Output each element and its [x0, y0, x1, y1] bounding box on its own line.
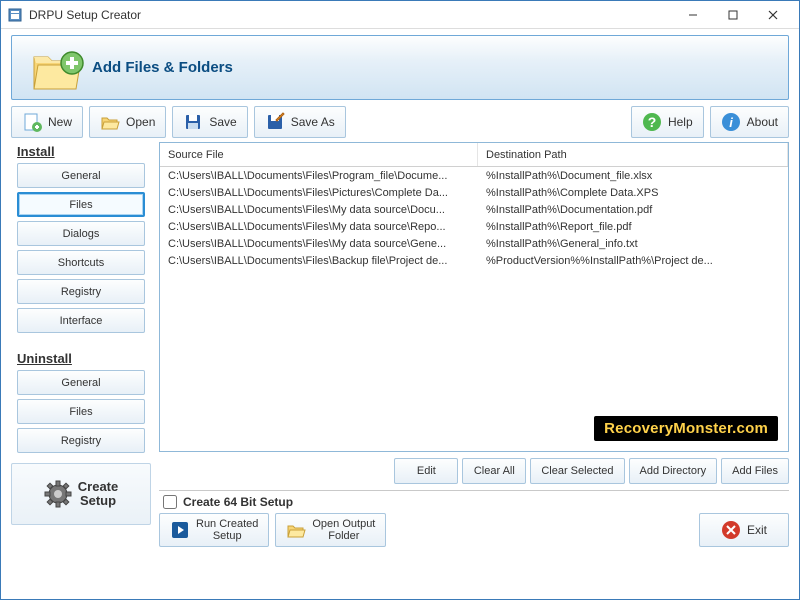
help-icon: ?	[642, 112, 662, 132]
minimize-button[interactable]	[673, 1, 713, 29]
content: Source File Destination Path C:\Users\IB…	[159, 142, 789, 547]
sidebar-install-general[interactable]: General	[17, 163, 145, 188]
new-button[interactable]: New	[11, 106, 83, 138]
64bit-checkbox-input[interactable]	[163, 495, 177, 509]
cell-destination: %InstallPath%\Report_file.pdf	[478, 221, 788, 233]
run-label: Run Created Setup	[196, 518, 258, 542]
play-icon	[170, 520, 190, 540]
open-button[interactable]: Open	[89, 106, 166, 138]
cell-source: C:\Users\IBALL\Documents\Files\Program_f…	[160, 170, 478, 182]
run-created-setup-button[interactable]: Run Created Setup	[159, 513, 269, 547]
sidebar-uninstall-registry[interactable]: Registry	[17, 428, 145, 453]
add-files-button[interactable]: Add Files	[721, 458, 789, 484]
about-label: About	[747, 115, 778, 129]
uninstall-group-title: Uninstall	[17, 351, 151, 366]
sidebar-uninstall-general[interactable]: General	[17, 370, 145, 395]
watermark: RecoveryMonster.com	[594, 416, 778, 441]
window-title: DRPU Setup Creator	[29, 8, 673, 22]
64bit-checkbox[interactable]: Create 64 Bit Setup	[163, 495, 293, 509]
clear-selected-button[interactable]: Clear Selected	[530, 458, 624, 484]
sidebar-install-dialogs[interactable]: Dialogs	[17, 221, 145, 246]
files-table[interactable]: Source File Destination Path C:\Users\IB…	[159, 142, 789, 452]
sidebar-install-registry[interactable]: Registry	[17, 279, 145, 304]
close-icon	[721, 520, 741, 540]
table-row[interactable]: C:\Users\IBALL\Documents\Files\Program_f…	[160, 167, 788, 184]
saveas-button[interactable]: Save As	[254, 106, 346, 138]
new-icon	[22, 112, 42, 132]
sidebar-install-interface[interactable]: Interface	[17, 308, 145, 333]
col-destination[interactable]: Destination Path	[478, 143, 788, 166]
titlebar: DRPU Setup Creator	[1, 1, 799, 29]
app-icon	[7, 7, 23, 23]
install-group-title: Install	[17, 144, 151, 159]
cell-destination: %InstallPath%\Complete Data.XPS	[478, 187, 788, 199]
cell-source: C:\Users\IBALL\Documents\Files\Pictures\…	[160, 187, 478, 199]
cell-destination: %InstallPath%\General_info.txt	[478, 238, 788, 250]
edit-button[interactable]: Edit	[394, 458, 458, 484]
clear-all-button[interactable]: Clear All	[462, 458, 526, 484]
create-setup-label: Create Setup	[78, 480, 118, 509]
cell-source: C:\Users\IBALL\Documents\Files\My data s…	[160, 221, 478, 233]
64bit-checkbox-label: Create 64 Bit Setup	[183, 495, 293, 509]
col-source[interactable]: Source File	[160, 143, 478, 166]
exit-button[interactable]: Exit	[699, 513, 789, 547]
table-row[interactable]: C:\Users\IBALL\Documents\Files\My data s…	[160, 218, 788, 235]
about-button[interactable]: i About	[710, 106, 789, 138]
open-output-label: Open Output Folder	[312, 518, 375, 542]
new-label: New	[48, 115, 72, 129]
main-area: Install General Files Dialogs Shortcuts Regi…	[1, 142, 799, 553]
about-icon: i	[721, 112, 741, 132]
bottom-options: Create 64 Bit Setup	[159, 493, 789, 509]
help-button[interactable]: ? Help	[631, 106, 704, 138]
create-setup-button[interactable]: Create Setup	[11, 463, 151, 525]
close-button[interactable]	[753, 1, 793, 29]
saveas-label: Save As	[291, 115, 335, 129]
svg-text:i: i	[729, 115, 733, 130]
open-label: Open	[126, 115, 155, 129]
bottom-buttons: Run Created Setup Open Output Folder Exi…	[159, 509, 789, 547]
help-label: Help	[668, 115, 693, 129]
add-directory-button[interactable]: Add Directory	[629, 458, 718, 484]
save-label: Save	[209, 115, 236, 129]
table-actions: Edit Clear All Clear Selected Add Direct…	[159, 452, 789, 488]
sidebar-uninstall-files[interactable]: Files	[17, 399, 145, 424]
saveas-icon	[265, 112, 285, 132]
table-row[interactable]: C:\Users\IBALL\Documents\Files\My data s…	[160, 235, 788, 252]
cell-destination: %ProductVersion%%InstallPath%\Project de…	[478, 255, 788, 267]
folder-add-icon	[30, 47, 78, 89]
page-header: Add Files & Folders	[11, 35, 789, 100]
sidebar-install-files[interactable]: Files	[17, 192, 145, 217]
cell-destination: %InstallPath%\Document_file.xlsx	[478, 170, 788, 182]
toolbar: New Open Save Save As ? Help i About	[1, 104, 799, 142]
cell-source: C:\Users\IBALL\Documents\Files\My data s…	[160, 238, 478, 250]
exit-label: Exit	[747, 523, 767, 537]
open-output-folder-button[interactable]: Open Output Folder	[275, 513, 386, 547]
save-icon	[183, 112, 203, 132]
table-row[interactable]: C:\Users\IBALL\Documents\Files\Backup fi…	[160, 252, 788, 269]
cell-source: C:\Users\IBALL\Documents\Files\Backup fi…	[160, 255, 478, 267]
svg-text:?: ?	[648, 114, 657, 130]
sidebar-install-shortcuts[interactable]: Shortcuts	[17, 250, 145, 275]
divider	[159, 490, 789, 491]
cell-source: C:\Users\IBALL\Documents\Files\My data s…	[160, 204, 478, 216]
table-row[interactable]: C:\Users\IBALL\Documents\Files\Pictures\…	[160, 184, 788, 201]
cell-destination: %InstallPath%\Documentation.pdf	[478, 204, 788, 216]
sidebar: Install General Files Dialogs Shortcuts Regi…	[11, 142, 151, 547]
table-row[interactable]: C:\Users\IBALL\Documents\Files\My data s…	[160, 201, 788, 218]
open-icon	[100, 112, 120, 132]
maximize-button[interactable]	[713, 1, 753, 29]
page-title: Add Files & Folders	[92, 59, 233, 76]
table-header: Source File Destination Path	[160, 143, 788, 167]
save-button[interactable]: Save	[172, 106, 247, 138]
folder-icon	[286, 520, 306, 540]
gear-icon	[44, 480, 72, 508]
